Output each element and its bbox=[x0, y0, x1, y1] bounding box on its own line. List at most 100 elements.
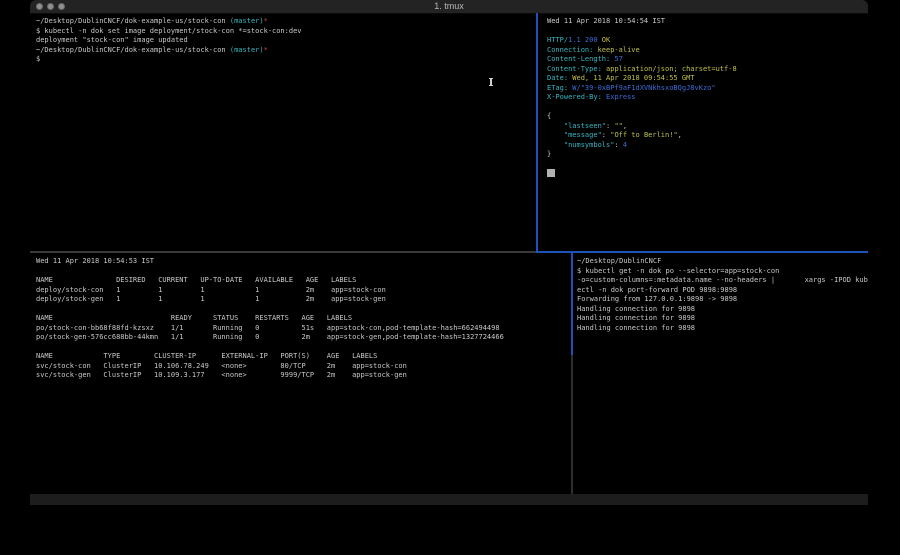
terminal-text-segment: , bbox=[623, 122, 627, 130]
terminal-line bbox=[36, 305, 577, 315]
terminal-text-segment: "message" bbox=[564, 131, 602, 139]
terminal-text-segment: NAME DESIRED CURRENT UP-TO-DATE AVAILABL… bbox=[36, 276, 356, 284]
terminal-text-segment: } bbox=[547, 150, 551, 158]
terminal-text-segment: : bbox=[602, 131, 610, 139]
terminal-line: po/stock-gen-576cc688bb-44kmn 1/1 Runnin… bbox=[36, 333, 577, 343]
terminal-line: Wed 11 Apr 2018 10:54:53 IST bbox=[36, 257, 577, 267]
terminal-line: po/stock-con-bb68f88fd-kzsxz 1/1 Running… bbox=[36, 324, 577, 334]
terminal-text-segment: ~/Desktop/DublinCNCF/dok-example-us/stoc… bbox=[36, 17, 230, 25]
terminal-text-segment: { bbox=[547, 112, 551, 120]
terminal-line: { bbox=[547, 112, 868, 122]
terminal-line: $ kubectl -n dok set image deployment/st… bbox=[36, 27, 542, 37]
terminal-text-segment: X-Powered-By: bbox=[547, 93, 602, 101]
pane-divider-vertical-top[interactable] bbox=[536, 13, 538, 253]
terminal-text-segment: NAME TYPE CLUSTER-IP EXTERNAL-IP PORT(S)… bbox=[36, 352, 377, 360]
terminal-text-segment: Express bbox=[602, 93, 636, 101]
terminal-text-segment: Handling connection for 9898 bbox=[577, 314, 695, 322]
tmux-status-bar: demo 0:bash* ✳ minikube :default bbox=[30, 494, 868, 505]
terminal-line: ~/Desktop/DublinCNCF bbox=[577, 257, 868, 267]
terminal-text-segment: deployment "stock-con" image updated bbox=[36, 36, 188, 44]
terminal-pane-top-right[interactable]: Wed 11 Apr 2018 10:54:54 IST HTTP/1.1 200… bbox=[541, 14, 868, 269]
terminal-line: Content-Type: application/json; charset=… bbox=[547, 65, 868, 75]
terminal-line: svc/stock-gen ClusterIP 10.109.3.177 <no… bbox=[36, 371, 577, 381]
terminal-text-segment: Wed 11 Apr 2018 10:54:53 IST bbox=[36, 257, 154, 265]
terminal-text-segment bbox=[547, 122, 564, 130]
terminal-line: HTTP/1.1 200 OK bbox=[547, 36, 868, 46]
terminal-line: Date: Wed, 11 Apr 2018 09:54:55 GMT bbox=[547, 74, 868, 84]
terminal-line: NAME TYPE CLUSTER-IP EXTERNAL-IP PORT(S)… bbox=[36, 352, 577, 362]
terminal-text-segment: Wed, 11 Apr 2018 09:54:55 GMT bbox=[568, 74, 694, 82]
terminal-text-segment bbox=[547, 141, 564, 149]
terminal-text-segment: Wed 11 Apr 2018 10:54:54 IST bbox=[547, 17, 665, 25]
terminal-pane-top-left[interactable]: ~/Desktop/DublinCNCF/dok-example-us/stoc… bbox=[30, 14, 542, 265]
terminal-text-segment: ectl -n dok port-forward POD 9898:9898 bbox=[577, 286, 737, 294]
pane-divider-vertical-bottom[interactable] bbox=[571, 355, 573, 494]
status-right: ✳ minikube :default bbox=[797, 494, 864, 505]
terminal-line: $ kubectl get -n dok po --selector=app=s… bbox=[577, 267, 868, 277]
terminal-text-segment: -o=custom-columns=:metadata.name --no-he… bbox=[577, 276, 868, 284]
terminal-line: -o=custom-columns=:metadata.name --no-he… bbox=[577, 276, 868, 286]
terminal-line: NAME READY STATUS RESTARTS AGE LABELS bbox=[36, 314, 577, 324]
terminal-text-segment: ETag: bbox=[547, 84, 568, 92]
terminal-text-segment: W/"39-0xBPf9aF1dXVNkhsxoBQgJ8vKzo" bbox=[568, 84, 716, 92]
terminal-text-segment: "Off to Berlin!" bbox=[610, 131, 677, 139]
pane-divider-vertical-bottom-active[interactable] bbox=[571, 253, 573, 355]
terminal-text-segment: $ kubectl -n dok set image deployment/st… bbox=[36, 27, 302, 35]
terminal-text-segment: Content-Length: bbox=[547, 55, 610, 63]
terminal-line bbox=[547, 160, 868, 170]
terminal-text-segment: (master) bbox=[230, 17, 264, 25]
terminal-line: "message": "Off to Berlin!", bbox=[547, 131, 868, 141]
terminal-line bbox=[547, 103, 868, 113]
terminal-line: "lastseen": "", bbox=[547, 122, 868, 132]
terminal-line: ETag: W/"39-0xBPf9aF1dXVNkhsxoBQgJ8vKzo" bbox=[547, 84, 868, 94]
terminal-text-segment: "numsymbols" bbox=[564, 141, 615, 149]
pane-divider-horizontal-right[interactable] bbox=[536, 251, 868, 253]
terminal-text-segment: Connection: bbox=[547, 46, 593, 54]
terminal-line bbox=[36, 343, 577, 353]
terminal-text-segment: po/stock-con-bb68f88fd-kzsxz 1/1 Running… bbox=[36, 324, 500, 332]
terminal-line: ectl -n dok port-forward POD 9898:9898 bbox=[577, 286, 868, 296]
terminal-line: deploy/stock-gen 1 1 1 1 2m app=stock-ge… bbox=[36, 295, 577, 305]
terminal-line: } bbox=[547, 150, 868, 160]
terminal-text-segment: 4 bbox=[623, 141, 627, 149]
terminal-text-segment: OK bbox=[598, 36, 611, 44]
window-titlebar[interactable]: 1. tmux bbox=[30, 0, 868, 14]
terminal-line: Handling connection for 9898 bbox=[577, 314, 868, 324]
terminal-text-segment: Date: bbox=[547, 74, 568, 82]
terminal-line: deployment "stock-con" image updated bbox=[36, 36, 542, 46]
terminal-line: deploy/stock-con 1 1 1 1 2m app=stock-co… bbox=[36, 286, 577, 296]
terminal-line: Handling connection for 9898 bbox=[577, 305, 868, 315]
terminal-line: ~/Desktop/DublinCNCF/dok-example-us/stoc… bbox=[36, 46, 542, 56]
desktop: 1. tmux ~/Desktop/DublinCNCF/dok-example… bbox=[0, 0, 900, 555]
terminal-text-segment: Handling connection for 9898 bbox=[577, 324, 695, 332]
terminal-pane-bottom-left[interactable]: Wed 11 Apr 2018 10:54:53 IST NAME DESIRED… bbox=[30, 253, 577, 498]
terminal-line: Handling connection for 9898 bbox=[577, 324, 868, 334]
terminal-text-segment: , bbox=[678, 131, 682, 139]
terminal-window: 1. tmux ~/Desktop/DublinCNCF/dok-example… bbox=[30, 0, 868, 505]
terminal-line: Connection: keep-alive bbox=[547, 46, 868, 56]
terminal-line: Content-Length: 57 bbox=[547, 55, 868, 65]
terminal-text-segment: po/stock-gen-576cc688bb-44kmn 1/1 Runnin… bbox=[36, 333, 504, 341]
terminal-text-segment: 57 bbox=[610, 55, 623, 63]
terminal-text-segment: Handling connection for 9898 bbox=[577, 305, 695, 313]
terminal-text-segment: "" bbox=[614, 122, 622, 130]
terminal-text-segment: deploy/stock-con 1 1 1 1 2m app=stock-co… bbox=[36, 286, 386, 294]
terminal-text-segment: Content-Type: bbox=[547, 65, 602, 73]
terminal-line: svc/stock-con ClusterIP 10.106.78.249 <n… bbox=[36, 362, 577, 372]
terminal-text-segment: HTTP/ bbox=[547, 36, 568, 44]
terminal-text-segment bbox=[547, 131, 564, 139]
terminal-text-segment: deploy/stock-gen 1 1 1 1 2m app=stock-ge… bbox=[36, 295, 386, 303]
terminal-line bbox=[36, 267, 577, 277]
terminal-text-segment: NAME READY STATUS RESTARTS AGE LABELS bbox=[36, 314, 352, 322]
terminal-text-segment: * bbox=[264, 46, 268, 54]
pane-divider-horizontal-left[interactable] bbox=[30, 251, 537, 253]
terminal-text-segment: $ kubectl get -n dok po --selector=app=s… bbox=[577, 267, 779, 275]
terminal-text-segment: svc/stock-con ClusterIP 10.106.78.249 <n… bbox=[36, 362, 407, 370]
terminal-text-segment: 1.1 200 bbox=[568, 36, 598, 44]
terminal-text-segment: "lastseen" bbox=[564, 122, 606, 130]
terminal-line: $ bbox=[36, 55, 542, 65]
terminal-pane-bottom-right[interactable]: ~/Desktop/DublinCNCF$ kubectl get -n dok… bbox=[573, 253, 868, 498]
terminal-text-segment: $ bbox=[36, 55, 40, 63]
terminal-line: "numsymbols": 4 bbox=[547, 141, 868, 151]
terminal-text-segment: * bbox=[264, 17, 268, 25]
